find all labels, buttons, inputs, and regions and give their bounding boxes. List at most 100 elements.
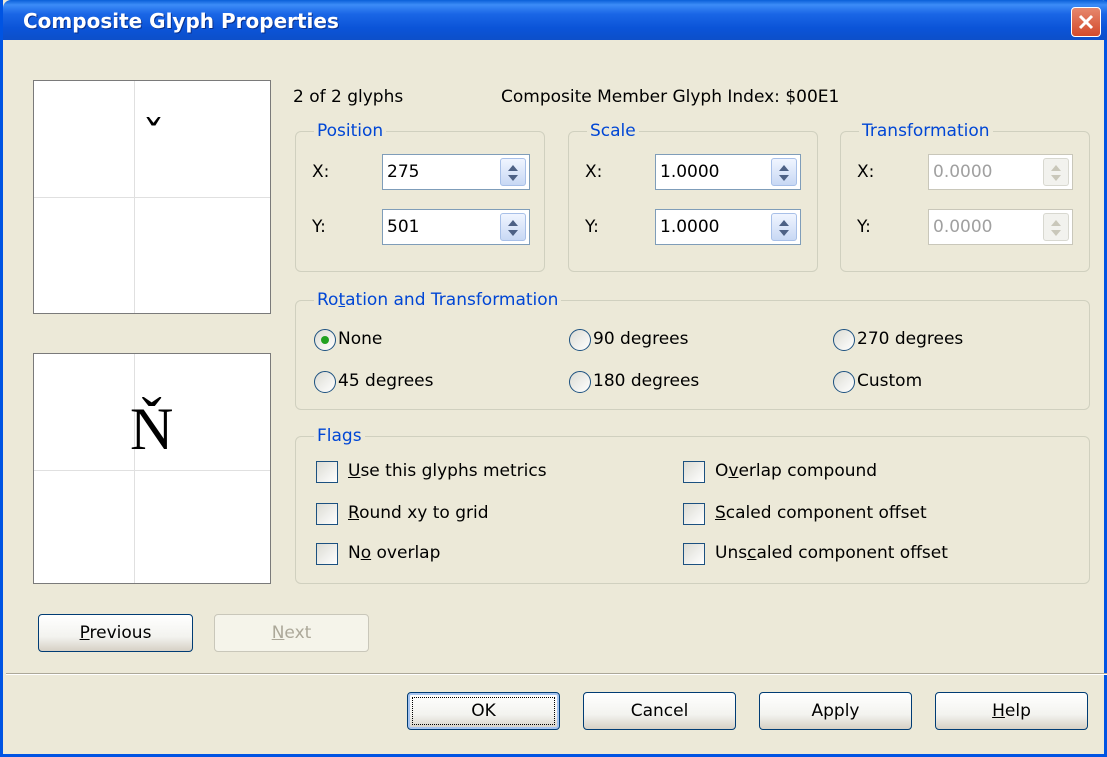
rotation-legend-part: ation and Transformation [345,290,559,310]
close-icon [1078,14,1094,30]
apply-button[interactable]: Apply [759,692,912,730]
composite-glyph-preview: Ň [33,353,271,584]
spin-arrows-icon [779,165,789,181]
position-y-label: Y: [312,217,326,237]
radio-90-degrees[interactable] [569,329,591,351]
checkbox-use-glyph-metrics[interactable] [316,461,338,483]
mnemonic: N [271,623,285,643]
button-label: revious [89,623,152,643]
flags-group: Flags Use this glyphs metrics Round xy t… [295,426,1090,584]
glyph-count: 2 of 2 glyphs [293,87,404,107]
rotation-legend: Rotation and Transformation [314,290,562,310]
caron-glyph: ˇ [142,111,165,165]
radio-270-degrees[interactable] [833,329,855,351]
transformation-x-value: 0.0000 [933,162,993,182]
help-button[interactable]: Help [935,692,1088,730]
previous-button[interactable]: Previous [38,614,193,652]
checkbox-round-xy-to-grid[interactable] [316,503,338,525]
checkbox-use-glyph-metrics-label[interactable]: Use this glyphs metrics [348,461,547,481]
ok-button[interactable]: OK [407,692,560,730]
scale-group: Scale X: 1.0000 Y: 1.0000 [568,121,818,272]
transformation-y-value: 0.0000 [933,217,993,237]
position-x-spinner[interactable]: 275 [382,154,530,190]
rotation-group: Rotation and Transformation None 90 degr… [295,290,1090,410]
radio-45-degrees-label[interactable]: 45 degrees [338,371,433,391]
radio-270-degrees-label[interactable]: 270 degrees [857,329,963,349]
radio-custom-label[interactable]: Custom [857,371,922,391]
button-label: Cancel [630,701,689,721]
transformation-x-label: X: [857,162,875,182]
position-y-spin-buttons[interactable] [500,213,526,241]
radio-none[interactable] [314,329,336,351]
rotation-legend-part: Ro [317,290,339,310]
scale-y-spinner[interactable]: 1.0000 [655,209,801,245]
radio-custom[interactable] [833,371,855,393]
flags-legend: Flags [314,426,365,446]
checkbox-overlap-compound[interactable] [683,461,705,483]
mnemonic: S [715,503,726,523]
checkbox-scaled-component-offset[interactable] [683,503,705,525]
checkbox-overlap-compound-label[interactable]: Overlap compound [715,461,877,481]
transformation-x-spinner: 0.0000 [928,154,1073,190]
button-label: elp [1004,701,1031,721]
component-glyph-preview: ˇ [33,80,271,314]
position-y-value: 501 [387,217,420,237]
label-text: Uns [715,543,748,563]
grid-line [134,354,135,583]
label-text: N [348,543,361,563]
label-text: caled component offset [725,503,927,523]
divider [6,674,1107,675]
mnemonic: o [360,543,372,563]
spin-arrows-icon [779,220,789,236]
n-caron-glyph: Ň [130,396,174,462]
radio-180-degrees[interactable] [569,371,591,393]
mnemonic: v [728,461,739,481]
label-text: aled component offset [756,543,948,563]
scale-x-spinner[interactable]: 1.0000 [655,154,801,190]
scale-x-value: 1.0000 [660,162,720,182]
dialog-window: Composite Glyph Properties ˇ Ň 2 of 2 gl… [0,0,1107,757]
cancel-button[interactable]: Cancel [583,692,736,730]
member-glyph-index: Composite Member Glyph Index: $00E1 [501,87,840,107]
transformation-group: Transformation X: 0.0000 Y: 0.0000 [840,121,1090,272]
button-label: Apply [811,701,860,721]
spin-arrows-icon [508,220,518,236]
title-bar: Composite Glyph Properties [3,0,1107,40]
grid-line [34,470,270,471]
spin-arrows-icon [1051,220,1061,236]
scale-x-spin-buttons[interactable] [771,158,797,186]
checkbox-scaled-component-offset-label[interactable]: Scaled component offset [715,503,927,523]
checkbox-unscaled-component-offset-label[interactable]: Unscaled component offset [715,543,948,563]
mnemonic: P [79,623,90,643]
focus-ring [412,697,555,725]
spin-arrows-icon [508,165,518,181]
transformation-y-spinner: 0.0000 [928,209,1073,245]
checkbox-no-overlap[interactable] [316,543,338,565]
mnemonic: U [348,461,361,481]
transformation-y-spin-buttons [1043,213,1069,241]
label-text: se this glyphs metrics [360,461,547,481]
label-text: O [715,461,729,481]
checkbox-no-overlap-label[interactable]: No overlap [348,543,440,563]
radio-45-degrees[interactable] [314,371,336,393]
label-text: ound xy to grid [359,503,489,523]
scale-y-label: Y: [585,217,599,237]
spin-arrows-icon [1051,165,1061,181]
label-text: erlap compound [738,461,878,481]
position-x-spin-buttons[interactable] [500,158,526,186]
window-title: Composite Glyph Properties [23,9,339,33]
position-y-spinner[interactable]: 501 [382,209,530,245]
radio-none-label[interactable]: None [338,329,382,349]
transformation-legend: Transformation [859,121,993,141]
checkbox-round-xy-to-grid-label[interactable]: Round xy to grid [348,503,489,523]
button-label: ext [284,623,312,643]
mnemonic: H [992,701,1005,721]
radio-90-degrees-label[interactable]: 90 degrees [593,329,688,349]
scale-y-value: 1.0000 [660,217,720,237]
transformation-x-spin-buttons [1043,158,1069,186]
radio-180-degrees-label[interactable]: 180 degrees [593,371,699,391]
mnemonic: R [348,503,360,523]
scale-y-spin-buttons[interactable] [771,213,797,241]
close-button[interactable] [1071,7,1101,37]
checkbox-unscaled-component-offset[interactable] [683,543,705,565]
